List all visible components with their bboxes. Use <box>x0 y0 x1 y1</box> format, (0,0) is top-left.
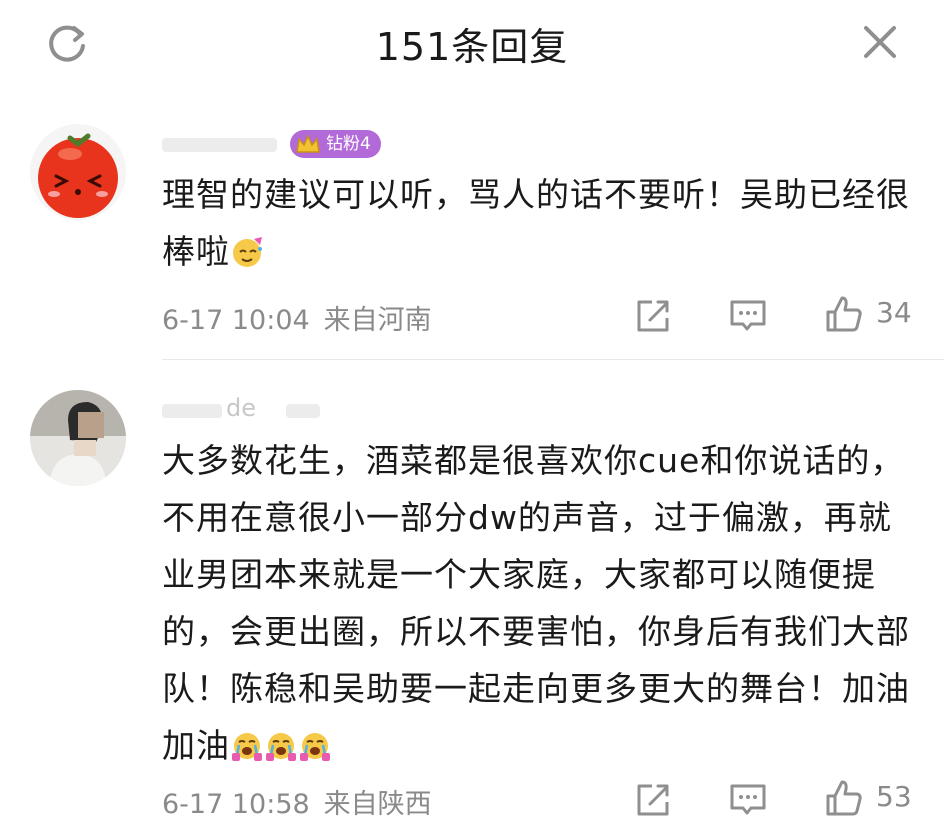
crying-cheer-emoji <box>300 733 330 761</box>
nickname-fragment: de <box>226 394 256 422</box>
comment-location: 来自陕西 <box>323 789 432 820</box>
comment-text: 理智的建议可以听，骂人的话不要听！吴助已经很棒啦 <box>162 175 910 271</box>
comment-meta: 6-17 10:58 来自陕西 <box>162 782 432 821</box>
comment-text: 大多数花生，酒菜都是很喜欢你cue和你说话的，不用在意很小一部分dw的声音，过于… <box>162 441 910 765</box>
like-count: 53 <box>876 780 912 813</box>
person-avatar[interactable] <box>30 390 126 486</box>
fan-badge[interactable]: 钻粉4 <box>290 130 381 158</box>
share-icon[interactable] <box>634 296 672 336</box>
comment-location: 来自河南 <box>323 305 432 336</box>
badge-label: 钻粉4 <box>326 134 371 154</box>
page-title: 151条回复 <box>375 25 569 69</box>
thumbs-up-icon <box>826 296 862 332</box>
thumbs-up-icon <box>826 780 862 816</box>
close-icon[interactable] <box>860 22 900 62</box>
crown-icon <box>296 134 320 153</box>
comment-time: 6-17 10:58 <box>162 789 310 820</box>
comment-icon[interactable] <box>728 296 768 336</box>
comment-meta: 6-17 10:04 来自河南 <box>162 298 432 337</box>
nickname-blurred[interactable]: de <box>162 394 322 430</box>
like-count: 34 <box>876 296 912 329</box>
tomato-avatar[interactable] <box>30 124 126 220</box>
crying-cheer-emoji <box>232 733 262 761</box>
like-button[interactable]: 34 <box>824 294 924 334</box>
party-face-emoji <box>233 237 262 267</box>
comment-icon[interactable] <box>728 780 768 820</box>
header: 151条回复 <box>0 0 944 90</box>
crying-cheer-emoji <box>266 733 296 761</box>
divider <box>162 359 944 360</box>
comment-time: 6-17 10:04 <box>162 305 310 336</box>
like-button[interactable]: 53 <box>824 778 924 818</box>
nickname-blurred[interactable] <box>162 128 282 164</box>
share-icon[interactable] <box>634 780 672 820</box>
